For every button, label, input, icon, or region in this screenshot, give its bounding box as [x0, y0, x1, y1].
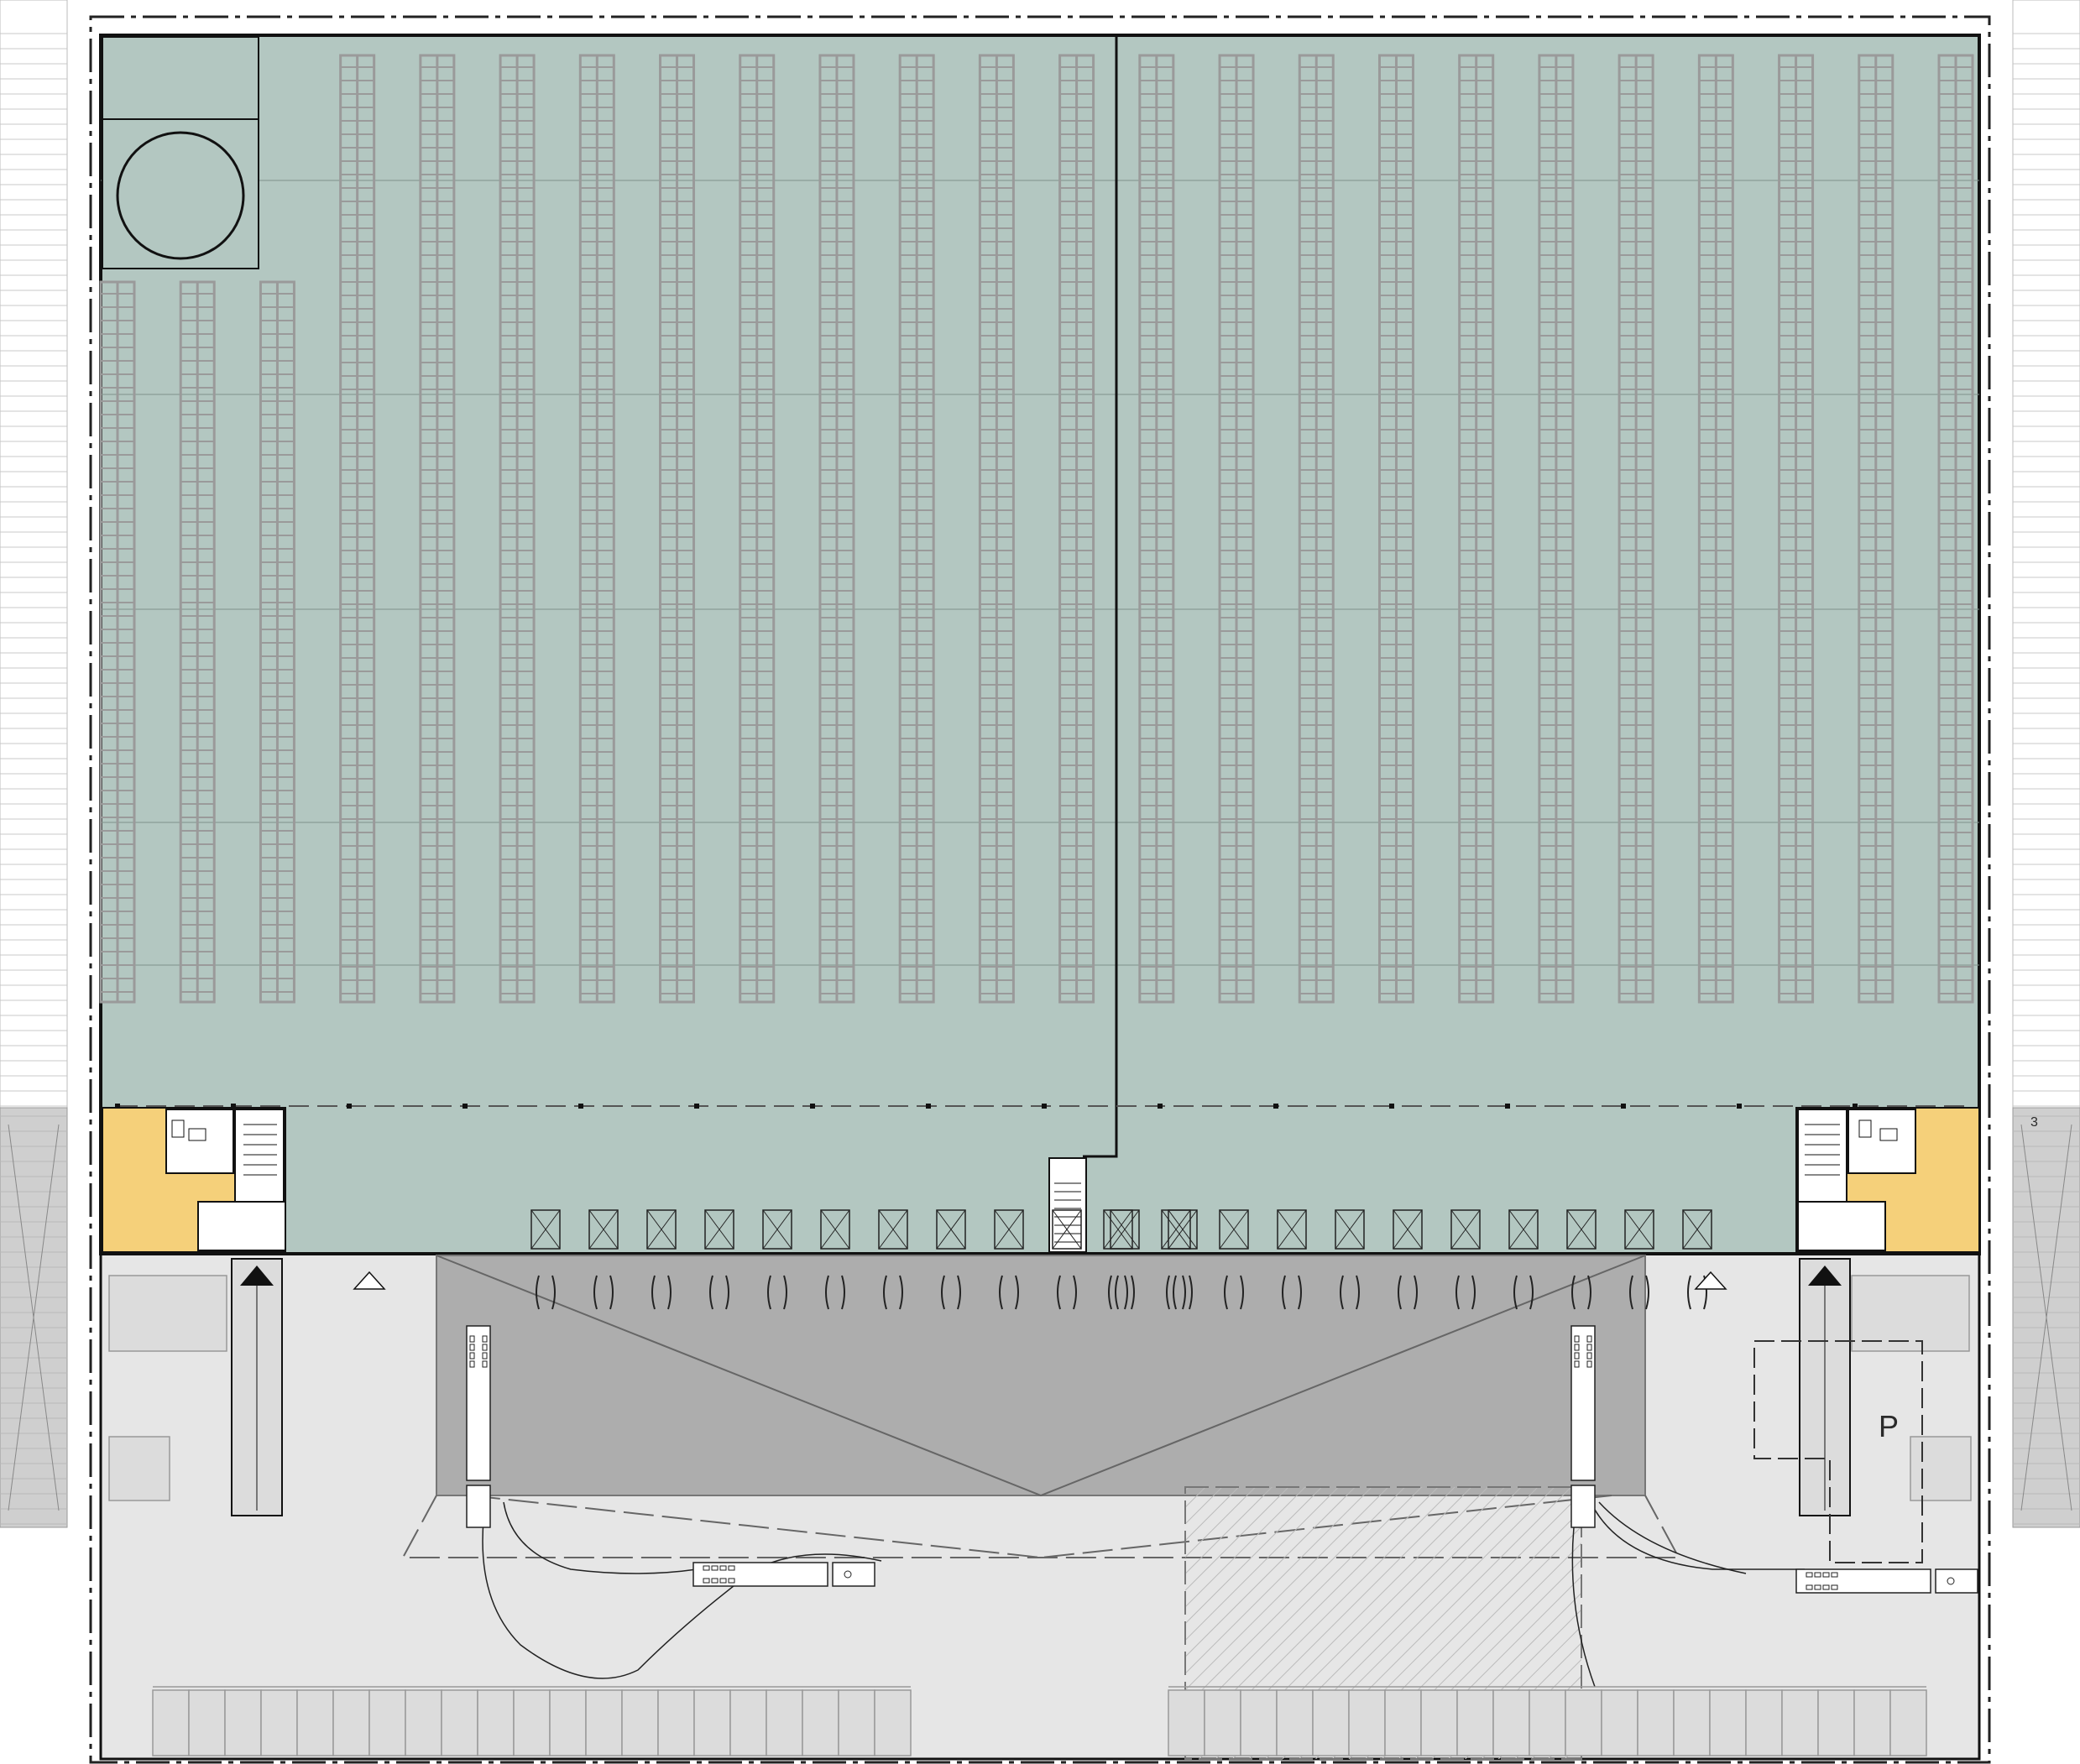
sprinkler-tank-room [102, 36, 259, 269]
parking-bay [1565, 1689, 1602, 1756]
parking-bay [874, 1689, 912, 1756]
parking-bay [549, 1689, 587, 1756]
yard-parking-row-right [1168, 1686, 1927, 1756]
parking-bay [368, 1689, 406, 1756]
truck-cab [1935, 1568, 1978, 1594]
yard-parking-row-left [152, 1686, 912, 1756]
parking-bay [1529, 1689, 1566, 1756]
parking-bay [1312, 1689, 1350, 1756]
column-marker [694, 1104, 699, 1109]
neighbour-building-left [0, 0, 68, 1528]
parking-bay [1384, 1689, 1422, 1756]
neighbour-roof [0, 0, 68, 1109]
parking-bay [477, 1689, 515, 1756]
column-marker [1273, 1104, 1278, 1109]
column-marker [347, 1104, 352, 1109]
parking-bay [621, 1689, 659, 1756]
parking-bay [441, 1689, 478, 1756]
parking-bay [1709, 1689, 1747, 1756]
column-marker [1621, 1104, 1626, 1109]
ramp-left [231, 1258, 283, 1516]
parking-bay [657, 1689, 695, 1756]
warehouse-site-plan: P 3 [0, 0, 2080, 1764]
parking-bay [729, 1689, 767, 1756]
parking-bay [1168, 1689, 1205, 1756]
office-block-right [1795, 1107, 1980, 1253]
office-block-left [102, 1107, 286, 1253]
column-marker [463, 1104, 468, 1109]
parking-bay [802, 1689, 839, 1756]
column-marker [1505, 1104, 1510, 1109]
parking-bay [1853, 1689, 1891, 1756]
column-marker [810, 1104, 815, 1109]
parking-bay [513, 1689, 551, 1756]
column-marker [578, 1104, 583, 1109]
column-marker [1042, 1104, 1047, 1109]
parking-bay [332, 1689, 370, 1756]
parking-bay [838, 1689, 875, 1756]
truck [692, 1562, 875, 1587]
parking-bay [1420, 1689, 1458, 1756]
parking-bay [224, 1689, 262, 1756]
parking-bay [585, 1689, 623, 1756]
neighbour-building-right [2012, 0, 2080, 1528]
column-marker [926, 1104, 931, 1109]
corner-mark-label: 3 [2030, 1115, 2038, 1130]
parking-bay [405, 1689, 442, 1756]
parking-bay [1348, 1689, 1386, 1756]
parking-bay [1817, 1689, 1855, 1756]
neighbour-roof [2012, 0, 2080, 1109]
column-marker [1389, 1104, 1394, 1109]
truck-cab [1570, 1485, 1596, 1528]
parking-bay [1637, 1689, 1675, 1756]
truck [1795, 1568, 1978, 1594]
parking-bay [1240, 1689, 1278, 1756]
parking-bay [1456, 1689, 1494, 1756]
parking-bay [1889, 1689, 1927, 1756]
parking-bay [260, 1689, 298, 1756]
parking-bay [1204, 1689, 1241, 1756]
parking-bay [693, 1689, 731, 1756]
parking-bay [1781, 1689, 1819, 1756]
parking-bay [1601, 1689, 1638, 1756]
truck-cab [832, 1562, 875, 1587]
parking-bay [296, 1689, 334, 1756]
parking-bay [1745, 1689, 1783, 1756]
ramp-right [1799, 1258, 1851, 1516]
column-marker [1737, 1104, 1742, 1109]
parking-zone-label: P [1879, 1409, 1899, 1443]
parking-bay [766, 1689, 803, 1756]
truck [1570, 1325, 1596, 1528]
parking-bay [188, 1689, 226, 1756]
warehouse-hall [99, 34, 1981, 1255]
column-marker [1158, 1104, 1163, 1109]
truck-cab [466, 1485, 491, 1528]
parking-bay [1673, 1689, 1711, 1756]
parking-bay [152, 1689, 190, 1756]
parking-bay [1492, 1689, 1530, 1756]
truck [466, 1325, 491, 1528]
parking-bay [1276, 1689, 1314, 1756]
